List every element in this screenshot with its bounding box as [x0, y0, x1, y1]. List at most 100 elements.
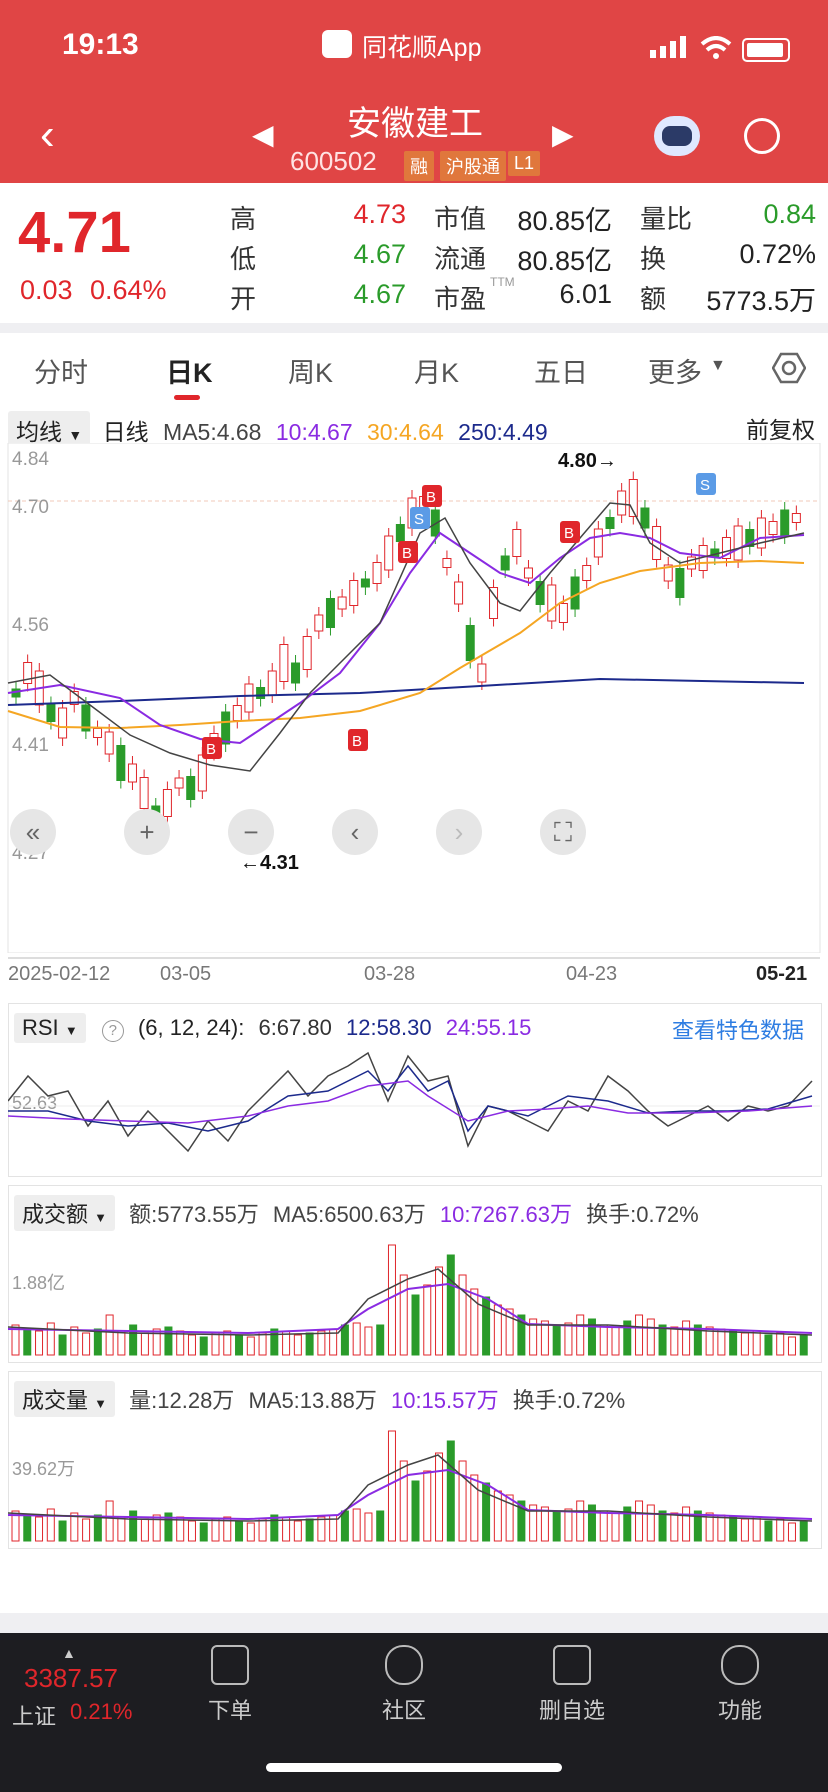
candle: [395, 524, 405, 542]
candle: [547, 584, 557, 622]
amount-selector[interactable]: 成交额 ▼: [14, 1195, 116, 1231]
menu-circle-icon: [721, 1645, 759, 1685]
candle: [360, 578, 370, 588]
minus-box-icon: [553, 1645, 591, 1685]
mktcap-value: 80.85亿: [517, 206, 612, 236]
home-indicator: [266, 1763, 562, 1772]
nav-functions[interactable]: 功能: [680, 1645, 800, 1725]
high-label: 高: [230, 204, 257, 234]
volume-bar: [364, 1512, 373, 1542]
view-special-data-link[interactable]: 查看特色数据: [672, 1013, 804, 1045]
app-logo-icon: [322, 30, 352, 58]
tab-monthly-k[interactable]: 月K: [414, 351, 459, 390]
amount-bar: [46, 1322, 55, 1356]
app-label: 同花顺App: [362, 34, 482, 62]
candle: [593, 528, 603, 558]
rsi-selector[interactable]: RSI ▼: [14, 1013, 86, 1043]
tab-weekly-k[interactable]: 周K: [288, 351, 333, 390]
amount-bar: [564, 1322, 573, 1356]
nav-remove-watchlist[interactable]: 删自选: [512, 1645, 632, 1725]
volume-bar: [740, 1518, 749, 1542]
zoom-out-icon[interactable]: −: [228, 809, 274, 855]
amount-bar: [740, 1332, 749, 1356]
bottom-nav: ▲ 3387.57 上证 0.21% 下单 社区 删自选 功能: [0, 1633, 828, 1792]
date-label-start: 2025-02-12: [8, 963, 111, 985]
volume-bar: [717, 1514, 726, 1542]
amount-bar: [423, 1284, 432, 1356]
volume-bar: [635, 1500, 644, 1542]
buy-marker-label: B: [352, 733, 362, 750]
candle: [58, 707, 68, 739]
volume-selector[interactable]: 成交量 ▼: [14, 1381, 116, 1417]
assistant-robot-icon[interactable]: [654, 116, 700, 156]
index-value[interactable]: 3387.57: [24, 1663, 118, 1694]
period-label: 日线: [102, 419, 149, 445]
volume-bar: [564, 1508, 573, 1542]
next-stock-icon[interactable]: ▶: [552, 118, 574, 151]
scroll-left-icon[interactable]: ‹: [332, 809, 378, 855]
volume-bar: [599, 1510, 608, 1542]
chevron-down-icon: ▼: [710, 357, 726, 374]
volume-ma10: 10:15.57万: [390, 1388, 499, 1413]
amount-bar: [199, 1336, 208, 1356]
scroll-right-icon[interactable]: ›: [436, 809, 482, 855]
signal-icon: [650, 36, 690, 58]
amount-value-label: 额:5773.55万: [129, 1202, 259, 1227]
tab-daily-k[interactable]: 日K: [166, 351, 213, 390]
nav-place-order[interactable]: 下单: [170, 1645, 290, 1725]
candle: [279, 644, 289, 682]
volume-bar: [140, 1518, 149, 1542]
stock-name: 安徽建工: [347, 105, 483, 143]
tab-more[interactable]: 更多: [648, 351, 702, 390]
search-icon[interactable]: [744, 118, 780, 154]
amount-bar: [187, 1334, 196, 1356]
candle: [46, 704, 56, 722]
volume-bar: [117, 1516, 126, 1542]
sell-marker-label: S: [414, 511, 424, 528]
kline-chart-area: 均线 ▼ 日线 MA5:4.68 10:4.67 30:4.64 250:4.4…: [0, 403, 828, 1613]
help-icon[interactable]: ?: [101, 1020, 124, 1042]
ma10-value: 10:4.67: [275, 419, 353, 445]
amount-chart: [8, 1244, 813, 1356]
volume-bar: [293, 1520, 302, 1542]
amount-bar: [552, 1324, 561, 1356]
high-value: 4.73: [353, 199, 406, 229]
low-value: 4.67: [353, 239, 406, 269]
sell-marker-label: S: [700, 477, 710, 494]
kline-chart[interactable]: 4.84 4.70 4.56 4.41 4.27 4.80→ ←4.31 BBS…: [0, 443, 828, 953]
ma5-line: [8, 1268, 813, 1336]
date-label-3: 03-28: [364, 963, 416, 985]
fullscreen-icon[interactable]: ⛶: [540, 809, 586, 855]
amount-bar: [105, 1314, 114, 1356]
amount-bar: [129, 1324, 138, 1356]
amount-bar: [352, 1322, 361, 1356]
amount-ma10: 10:7267.63万: [439, 1202, 573, 1227]
volume-bar: [540, 1506, 549, 1542]
volume-bar: [246, 1522, 255, 1542]
volume-bar: [435, 1452, 444, 1542]
adjust-mode[interactable]: 前复权: [746, 411, 815, 445]
tab-five-day[interactable]: 五日: [534, 351, 588, 390]
candle: [768, 521, 778, 535]
zoom-in-icon[interactable]: +: [124, 809, 170, 855]
volume-bar: [70, 1512, 79, 1542]
tab-intraday[interactable]: 分时: [34, 351, 88, 390]
settings-icon[interactable]: [771, 351, 807, 390]
chevron-down-icon: ▼: [64, 1023, 78, 1038]
y-label-4: 4.41: [12, 735, 49, 756]
buy-marker-label: B: [564, 525, 574, 542]
wifi-icon: [700, 36, 732, 65]
amount-value: 5773.5万: [706, 286, 816, 316]
fast-back-icon[interactable]: «: [10, 809, 56, 855]
nav-community[interactable]: 社区: [344, 1645, 464, 1725]
amount-bar: [93, 1328, 102, 1356]
candle: [500, 555, 510, 571]
volume-bar: [105, 1500, 114, 1542]
ma30-value: 30:4.64: [367, 419, 444, 445]
prev-stock-icon[interactable]: ◀: [252, 118, 274, 151]
candle: [791, 513, 801, 523]
volume-bar: [799, 1520, 808, 1542]
back-icon[interactable]: ‹: [40, 110, 55, 160]
amount-label: 额: [640, 284, 667, 314]
amount-header: 成交额 ▼ 额:5773.55万 MA5:6500.63万 10:7267.63…: [14, 1195, 699, 1231]
